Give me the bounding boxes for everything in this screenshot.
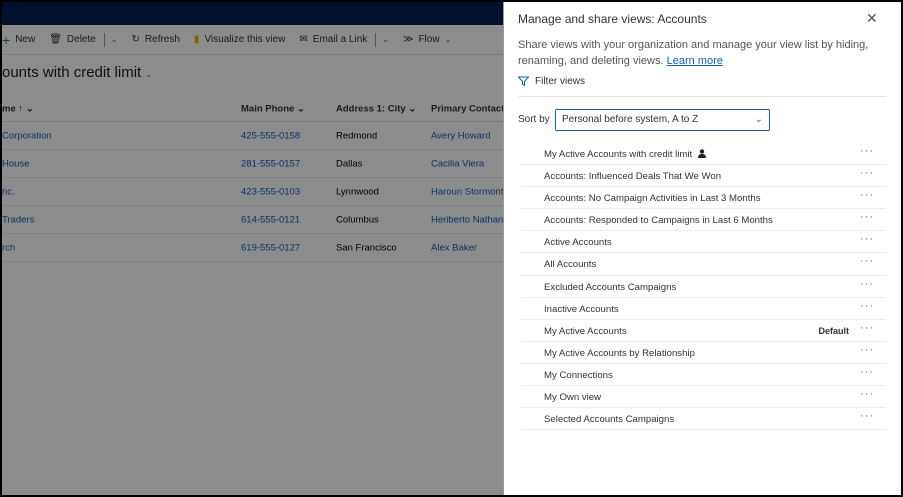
view-name: My Connections [544, 369, 613, 381]
filter-views-button[interactable]: Filter views [518, 76, 585, 87]
more-options-button[interactable]: ··· [860, 300, 874, 312]
view-name: My Active Accounts by Relationship [544, 347, 695, 359]
view-list-item[interactable]: Active Accounts ··· [521, 231, 886, 254]
more-options-button[interactable]: ··· [860, 278, 874, 290]
more-options-button[interactable]: ··· [860, 322, 874, 334]
view-list-item[interactable]: Accounts: Influenced Deals That We Won ··… [521, 165, 886, 188]
panel-description: Share views with your organization and m… [518, 39, 869, 67]
divider [518, 96, 886, 97]
chevron-down-icon: ⌄ [754, 114, 763, 125]
more-options-button[interactable]: ··· [860, 233, 874, 245]
view-list-item[interactable]: My Connections ··· [521, 364, 886, 387]
view-list-item[interactable]: Selected Accounts Campaigns ··· [521, 408, 886, 431]
view-list-item[interactable]: My Own view ··· [521, 386, 886, 409]
view-name: My Active Accounts [544, 325, 627, 337]
more-options-button[interactable]: ··· [860, 189, 874, 201]
view-list-item[interactable]: My Active Accounts Default ··· [521, 320, 886, 342]
sort-dropdown[interactable]: Personal before system, A to Z ⌄ [555, 109, 770, 131]
close-icon[interactable]: ✕ [866, 10, 878, 27]
window: + New 🗑 Delete ⌄ ↻ Refresh ▮ Visualize this … [2, 2, 901, 495]
view-name: My Own view [544, 392, 602, 404]
view-list-item[interactable]: Excluded Accounts Campaigns ··· [521, 276, 886, 298]
view-name: Excluded Accounts Campaigns [544, 281, 677, 293]
view-list-item[interactable]: Accounts: Responded to Campaigns in Last… [521, 209, 886, 232]
more-options-button[interactable]: ··· [860, 255, 874, 267]
person-icon [698, 149, 707, 158]
sort-label: Sort by [518, 114, 550, 125]
learn-more-link[interactable]: Learn more [667, 55, 723, 67]
more-options-button[interactable]: ··· [860, 167, 874, 179]
view-name: Accounts: Responded to Campaigns in Last… [544, 215, 773, 227]
view-name: Inactive Accounts [544, 303, 619, 315]
filter-icon [518, 76, 529, 87]
more-options-button[interactable]: ··· [860, 410, 874, 422]
view-list-item[interactable]: Inactive Accounts ··· [521, 298, 886, 320]
view-list-item[interactable]: All Accounts ··· [521, 253, 886, 276]
default-badge: Default [818, 325, 849, 336]
more-options-button[interactable]: ··· [860, 344, 874, 356]
panel-title: Manage and share views: Accounts [518, 12, 707, 26]
view-list-item[interactable]: My Active Accounts with credit limit ··· [521, 143, 886, 166]
view-name: Selected Accounts Campaigns [544, 414, 675, 426]
view-name: All Accounts [544, 259, 597, 271]
view-list-item[interactable]: Accounts: No Campaign Activities in Last… [521, 187, 886, 210]
more-options-button[interactable]: ··· [860, 145, 874, 157]
view-name: Accounts: No Campaign Activities in Last… [544, 193, 761, 205]
more-options-button[interactable]: ··· [860, 366, 874, 378]
views-list: My Active Accounts with credit limit ··· A… [521, 143, 886, 431]
view-name: Active Accounts [544, 237, 612, 249]
view-name: My Active Accounts with credit limit [544, 149, 707, 160]
more-options-button[interactable]: ··· [860, 211, 874, 223]
view-name: Accounts: Influenced Deals That We Won [544, 171, 722, 183]
more-options-button[interactable]: ··· [860, 388, 874, 400]
manage-views-panel: Manage and share views: Accounts ✕ Share… [503, 2, 901, 495]
view-list-item[interactable]: My Active Accounts by Relationship ··· [521, 342, 886, 364]
